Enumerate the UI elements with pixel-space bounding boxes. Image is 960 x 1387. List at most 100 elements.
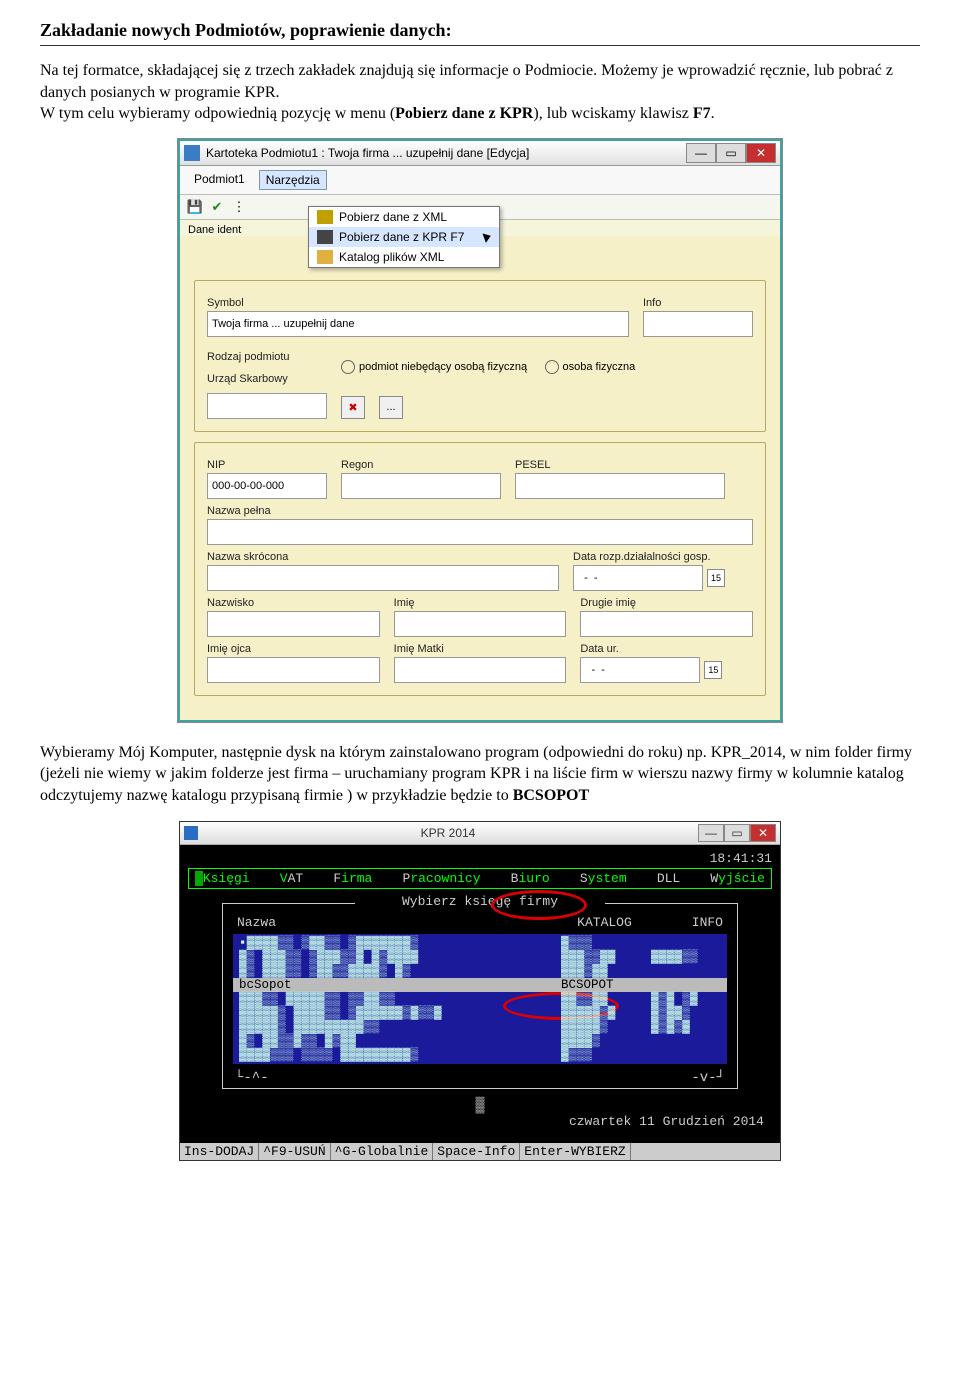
calendar-icon[interactable]: 15 <box>707 569 725 587</box>
app-icon <box>184 145 200 161</box>
para2-bold: BCSOPOT <box>513 787 589 804</box>
menu-pracownicy[interactable]: Pracownicy <box>403 871 481 886</box>
radio2-label: osoba fizyczna <box>563 361 636 373</box>
console-window: KPR 2014 — ▭ ✕ 18:41:31 Księgi VAT Firma… <box>179 821 781 1161</box>
check-icon[interactable]: ✔ <box>208 198 226 216</box>
menu-narzedzia[interactable]: Narzędzia <box>259 170 327 190</box>
radio-osoba[interactable]: osoba fizyczna <box>545 360 636 374</box>
status-date: czwartek 11 Grudzień 2014 <box>569 1114 764 1129</box>
dd-pobierz-xml[interactable]: Pobierz dane z XML <box>309 207 499 227</box>
data-rozp-label: Data rozp.działalności gosp. <box>573 551 753 563</box>
maximize-button[interactable]: ▭ <box>716 143 746 163</box>
menu-firma[interactable]: Firma <box>333 871 372 886</box>
toolbar: 💾 ✔ ⋮ Pobierz dane z XML Pobierz dane z … <box>180 195 780 220</box>
app-window: Kartoteka Podmiotu1 : Twoja firma ... uz… <box>178 139 782 722</box>
rodzaj-label: Rodzaj podmiotu <box>207 351 327 363</box>
menu-ksiegi[interactable]: Księgi <box>195 871 250 886</box>
table-row[interactable]: ▓▓▓▓▒▒▒ ▒▒▒▒ ▓▓▓▓▓▓▓▓▓▒▓▒▒▒ <box>233 1048 727 1062</box>
table-row[interactable]: ▓▒ ▓▓▓▒▒ ▒▓▓▒▒▓▓▓▓▒ ▓▒▓▓▓▒▓▓ <box>233 964 727 978</box>
table-row[interactable]: ▓▓▓▓▓▒ ▓▓▓▓▒▒ ▒▓▓▓▓▓▓▒▓▒▒▓▓▓▓▓▓▒▓▓▒▓▓▒ <box>233 1006 727 1020</box>
dd-katalog-xml[interactable]: Katalog plików XML <box>309 247 499 267</box>
drugie-label: Drugie imię <box>580 597 753 609</box>
key-g: ^G-Globalnie <box>331 1143 434 1160</box>
close-button[interactable]: ✕ <box>746 143 776 163</box>
para1-text-b: W tym celu wybieramy odpowiednią pozycję… <box>40 105 395 122</box>
xml-icon <box>317 210 333 224</box>
menu-wyjscie[interactable]: Wyjście <box>710 871 765 886</box>
console-clock: 18:41:31 <box>188 851 772 866</box>
console-topmenu: Księgi VAT Firma Pracownicy Biuro System… <box>188 868 772 889</box>
menu-dll[interactable]: DLL <box>657 871 680 886</box>
imie-ojca-input[interactable] <box>207 657 380 683</box>
menu-podmiot1[interactable]: Podmiot1 <box>188 170 251 190</box>
table-row[interactable]: ▓▓▓▓▓▒ ▓▓▓▓▓▓▓▓▓▒▒▓▓▓▓▓▒▓▒▓▒▓ <box>233 1020 727 1034</box>
menu-biuro[interactable]: Biuro <box>511 871 550 886</box>
imie-ojca-label: Imię ojca <box>207 643 380 655</box>
table-row[interactable]: bcSopotBCSOPOT <box>233 978 727 992</box>
titlebar: Kartoteka Podmiotu1 : Twoja firma ... uz… <box>180 141 780 166</box>
window-title: Kartoteka Podmiotu1 : Twoja firma ... uz… <box>206 146 529 160</box>
imie-matki-input[interactable] <box>394 657 567 683</box>
pesel-input[interactable] <box>515 473 725 499</box>
console-close-button[interactable]: ✕ <box>750 824 776 842</box>
firm-rows[interactable]: ▪▓▓▓▓▒▒ ▒▓▓▒▒ ▒▓▓▓▓▓▓▓▒▓▒▒▒▓▒ ▓▓▓▒▒ ▒▓▓▓… <box>233 934 727 1064</box>
nazwa-pelna-input[interactable] <box>207 519 753 545</box>
menu-vat[interactable]: VAT <box>280 871 303 886</box>
dd-pobierz-kpr[interactable]: Pobierz dane z KPR F7 <box>309 227 499 247</box>
console-minimize-button[interactable]: — <box>698 824 724 842</box>
para1-text-c: ), lub wciskamy klawisz <box>533 105 693 122</box>
para1-bold: Pobierz dane z KPR <box>395 105 533 122</box>
regon-input[interactable] <box>341 473 501 499</box>
dd-kpr-label: Pobierz dane z KPR F7 <box>339 230 464 244</box>
console-maximize-button[interactable]: ▭ <box>724 824 750 842</box>
calendar-icon[interactable]: 15 <box>704 661 722 679</box>
table-row[interactable]: ▓▒ ▓▓▓▒▒ ▒▓▓▓▒▒▓ ▓▒▓▓▓▓▓▓▓▒▒▓▓▓▓▓▓▒▒ <box>233 950 727 964</box>
menu-system[interactable]: System <box>580 871 627 886</box>
imie-input[interactable] <box>394 611 567 637</box>
para1-text-a: Na tej formatce, składającej się z trzec… <box>40 62 893 101</box>
doc-heading: Zakładanie nowych Podmiotów, poprawienie… <box>40 20 920 41</box>
kpr-icon <box>317 230 333 244</box>
urzad-input[interactable] <box>207 393 327 419</box>
tool-icon[interactable]: ⋮ <box>230 198 248 216</box>
radio-icon <box>341 360 355 374</box>
key-space: Space-Info <box>433 1143 520 1160</box>
save-icon[interactable]: 💾 <box>186 198 204 216</box>
para1-bold2: F7 <box>693 105 711 122</box>
regon-label: Regon <box>341 459 501 471</box>
console-bottom-bar: Ins-DODAJ ^F9-USUŃ ^G-Globalnie Space-In… <box>180 1143 780 1160</box>
group-idnum: NIP Regon PESEL Nazwa pełna Nazwa skró <box>194 442 766 696</box>
doc-rule <box>40 45 920 46</box>
nazwisko-input[interactable] <box>207 611 380 637</box>
key-enter: Enter-WYBIERZ <box>520 1143 630 1160</box>
minimize-button[interactable]: — <box>686 143 716 163</box>
form-body: Symbol Info Rodzaj podmiotu Urząd Skarbo… <box>180 236 780 720</box>
nip-input[interactable] <box>207 473 327 499</box>
nazwa-skr-input[interactable] <box>207 565 559 591</box>
nazwa-pelna-label: Nazwa pełna <box>207 505 753 517</box>
key-ins: Ins-DODAJ <box>180 1143 259 1160</box>
symbol-input[interactable] <box>207 311 629 337</box>
firm-list-box: Wybierz księgę firmy Nazwa KATALOG INFO … <box>222 903 738 1089</box>
drugie-input[interactable] <box>580 611 753 637</box>
data-ur-input[interactable] <box>580 657 700 683</box>
key-f9: ^F9-USUŃ <box>259 1143 330 1160</box>
table-row[interactable]: ▓▓▓▒▒ ▓▓▓▓▓▒▒ ▒▒▓▓▒▒▓▓▒▒▓▓▓▒▓ ▒▓ <box>233 992 727 1006</box>
dd-xml-label: Pobierz dane z XML <box>339 210 447 224</box>
symbol-label: Symbol <box>207 297 629 309</box>
info-label: Info <box>643 297 753 309</box>
urzad-clear-button[interactable]: ✖ <box>341 396 365 419</box>
table-row[interactable]: ▓▒ ▓▓▒▒▓▒▒ ▓▒▓▓▓▓▓▓▒ <box>233 1034 727 1048</box>
imie-label: Imię <box>394 597 567 609</box>
data-rozp-input[interactable] <box>573 565 703 591</box>
scroll-up-icon[interactable]: └-^- <box>235 1070 269 1086</box>
table-row[interactable]: ▪▓▓▓▓▒▒ ▒▓▓▒▒ ▒▓▓▓▓▓▓▓▒▓▒▒▒ <box>233 936 727 950</box>
radio-podmiot[interactable]: podmiot niebędący osobą fizyczną <box>341 360 527 374</box>
doc-para-2: Wybieramy Mój Komputer, następnie dysk n… <box>40 742 920 807</box>
radio1-label: podmiot niebędący osobą fizyczną <box>359 361 527 373</box>
info-input[interactable] <box>643 311 753 337</box>
scroll-down-icon[interactable]: -v-┘ <box>691 1070 725 1086</box>
imie-matki-label: Imię Matki <box>394 643 567 655</box>
menubar: Podmiot1 Narzędzia <box>180 166 780 195</box>
urzad-browse-button[interactable]: ... <box>379 396 403 419</box>
